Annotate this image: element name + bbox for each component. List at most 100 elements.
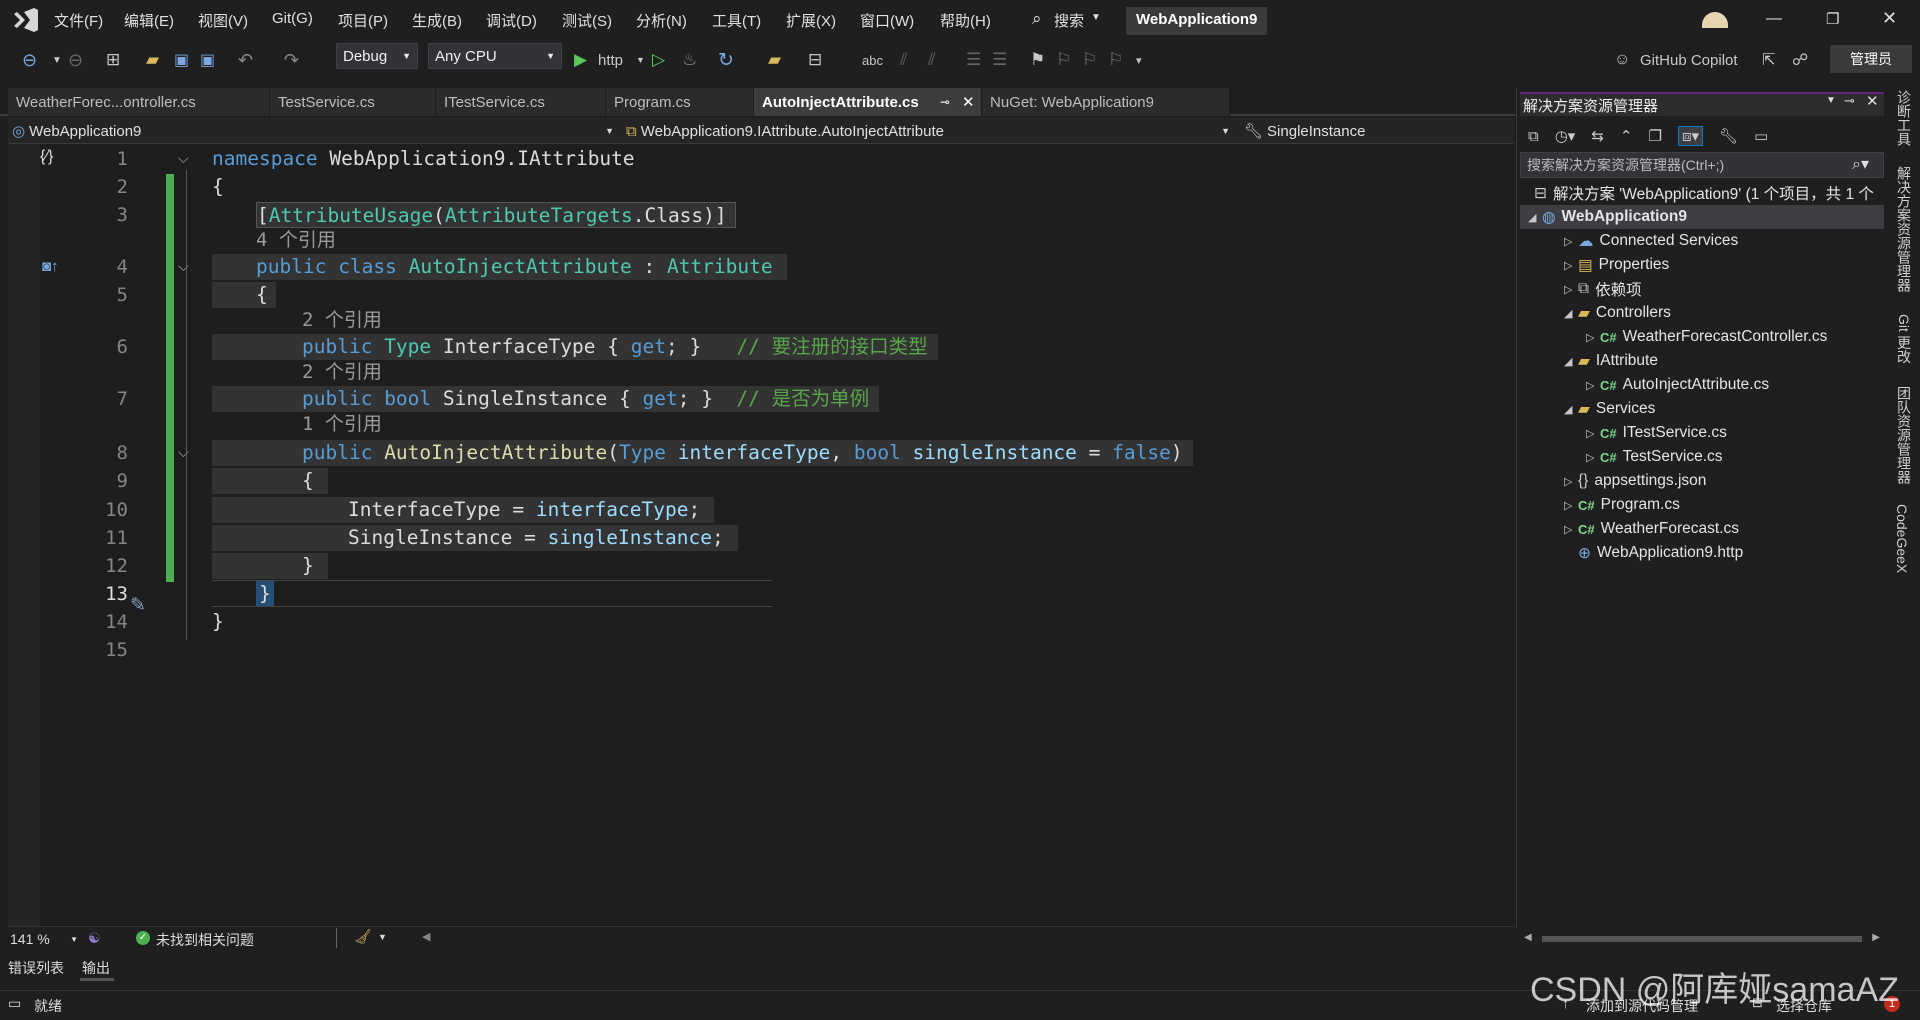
expand-arrow-icon[interactable]: ▷ bbox=[1564, 259, 1578, 272]
config-dropdown[interactable]: Debug ▼ bbox=[336, 43, 418, 69]
start-without-debugging-icon[interactable]: ▷ bbox=[652, 47, 665, 73]
redo-icon[interactable]: ↷ bbox=[284, 47, 299, 73]
horizontal-scrollbar[interactable]: ◀ ▶ bbox=[1520, 930, 1884, 948]
menu-item[interactable]: 工具(T) bbox=[712, 10, 761, 31]
codelens-references[interactable]: 4 个引用 bbox=[256, 228, 336, 252]
hot-reload-icon[interactable]: ♨ bbox=[682, 47, 697, 73]
show-all-files-icon[interactable]: ❐ bbox=[1649, 127, 1662, 145]
toolbar-overflow-icon[interactable]: ▾ bbox=[1136, 47, 1142, 73]
outdent-icon[interactable]: ☰ bbox=[992, 47, 1007, 73]
switch-views-icon[interactable]: ⧉ bbox=[1528, 128, 1539, 145]
back-icon[interactable]: ⊖ bbox=[22, 47, 37, 73]
quick-actions-icon[interactable]: ✎ bbox=[130, 594, 146, 617]
forward-icon[interactable]: ⊖ bbox=[68, 47, 83, 73]
scroll-right-icon[interactable]: ▶ bbox=[1872, 932, 1880, 943]
tree-item[interactable]: ⊕ WebApplication9.http bbox=[1564, 541, 1743, 565]
close-icon[interactable]: ✕ bbox=[1866, 92, 1879, 110]
issues-status[interactable]: 未找到相关问题 bbox=[156, 930, 254, 950]
platform-dropdown[interactable]: Any CPU ▼ bbox=[428, 43, 562, 69]
scrollbar-thumb[interactable] bbox=[1542, 936, 1862, 942]
expand-arrow-icon[interactable]: ▷ bbox=[1564, 475, 1578, 488]
menu-item[interactable]: 生成(B) bbox=[412, 10, 462, 31]
codelens-references[interactable]: 2 个引用 bbox=[302, 308, 382, 332]
expand-arrow-icon[interactable]: ◢ bbox=[1564, 307, 1578, 320]
tree-item[interactable]: ◢ ▰ IAttribute bbox=[1564, 349, 1658, 373]
copilot-status-icon[interactable]: ☯ bbox=[88, 930, 101, 947]
solution-folder-icon[interactable]: ▰ bbox=[768, 47, 781, 73]
search-icon[interactable]: ⌕▾ bbox=[1852, 154, 1869, 174]
copilot-icon[interactable]: ☺ bbox=[1614, 47, 1630, 73]
avatar[interactable] bbox=[1702, 12, 1728, 28]
restore-button[interactable]: ❐ bbox=[1826, 10, 1839, 28]
tab-error-list[interactable]: 错误列表 bbox=[8, 958, 64, 978]
admin-badge[interactable]: 管理员 bbox=[1830, 45, 1912, 73]
tree-item[interactable]: ◢ ▰ Controllers bbox=[1564, 301, 1671, 325]
codelens-references[interactable]: 2 个引用 bbox=[302, 360, 382, 384]
undo-icon[interactable]: ↶ bbox=[238, 47, 253, 73]
menu-item[interactable]: Git(G) bbox=[272, 10, 313, 27]
active-document-icon[interactable]: ⧈▾ bbox=[1677, 126, 1704, 146]
share-icon[interactable]: ⇱ bbox=[1762, 47, 1775, 73]
menu-item[interactable]: 测试(S) bbox=[562, 10, 612, 31]
solution-search-input[interactable]: 搜索解决方案资源管理器(Ctrl+;) bbox=[1520, 152, 1884, 178]
save-all-icon[interactable]: ▣ bbox=[200, 47, 215, 73]
visual-studio-logo-icon[interactable] bbox=[12, 8, 40, 32]
collapse-all-icon[interactable]: ⌃ bbox=[1620, 127, 1633, 145]
tab-autoinjectattribute[interactable]: AutoInjectAttribute.cs ⊸ ✕ bbox=[754, 88, 982, 116]
expand-arrow-icon[interactable]: ▷ bbox=[1586, 379, 1600, 392]
rail-diagnostic-tools[interactable]: 诊断工具 bbox=[1894, 90, 1914, 146]
feedback-icon[interactable]: ☍ bbox=[1792, 47, 1808, 73]
scroll-left-icon[interactable]: ◀ bbox=[1524, 932, 1532, 943]
expand-arrow-icon[interactable]: ◢ bbox=[1528, 211, 1542, 224]
collapse-icon[interactable]: ⌵ bbox=[178, 444, 189, 461]
history-icon[interactable]: ◷▾ bbox=[1555, 127, 1576, 145]
tree-item[interactable]: ▷{} appsettings.json bbox=[1564, 469, 1706, 493]
search-button[interactable]: 搜索 bbox=[1054, 10, 1084, 31]
browser-icon[interactable]: ⊟ bbox=[808, 47, 822, 73]
new-project-icon[interactable]: ⊞ bbox=[106, 47, 120, 73]
close-tab-icon[interactable]: ✕ bbox=[962, 93, 975, 111]
tab-itestservice[interactable]: ITestService.cs bbox=[436, 88, 606, 116]
clear-bookmarks-icon[interactable]: ⚐ bbox=[1108, 47, 1123, 73]
open-folder-icon[interactable]: ▰ bbox=[146, 47, 159, 73]
pin-icon[interactable]: ⊸ bbox=[1844, 93, 1855, 109]
tree-item[interactable]: ▷ ⧉ 依赖项 bbox=[1564, 277, 1642, 301]
scroll-left-icon[interactable]: ◀ bbox=[422, 930, 430, 943]
tree-item[interactable]: ▷ C# TestService.cs bbox=[1586, 445, 1723, 469]
run-target[interactable]: http bbox=[598, 47, 623, 73]
code-cleanup-icon[interactable]: 🧹︎ bbox=[354, 928, 372, 945]
bookmark-icon[interactable]: ⚑ bbox=[1030, 47, 1045, 73]
rail-git-changes[interactable]: Git 更改 bbox=[1894, 314, 1914, 364]
expand-arrow-icon[interactable]: ▷ bbox=[1564, 235, 1578, 248]
tree-item[interactable]: ▷ C# WeatherForecastController.cs bbox=[1586, 325, 1827, 349]
chevron-down-icon[interactable]: ▼ bbox=[378, 932, 387, 942]
refresh-icon[interactable]: ↻ bbox=[718, 47, 734, 73]
expand-arrow-icon[interactable]: ◢ bbox=[1564, 355, 1578, 368]
tree-item[interactable]: ▷ C# WeatherForecast.cs bbox=[1564, 517, 1739, 541]
collapse-icon[interactable]: ⌵ bbox=[178, 258, 189, 275]
menu-item[interactable]: 项目(P) bbox=[338, 10, 388, 31]
close-button[interactable]: ✕ bbox=[1882, 8, 1897, 29]
tab-output[interactable]: 输出 bbox=[82, 958, 110, 978]
comment-icon[interactable]: ⫽ bbox=[900, 47, 908, 73]
notification-icon[interactable]: ▭ bbox=[8, 995, 21, 1012]
expand-arrow-icon[interactable]: ▷ bbox=[1586, 331, 1600, 344]
tree-item[interactable]: ▷ ▤ Properties bbox=[1564, 253, 1669, 277]
spell-check-icon[interactable]: abc bbox=[862, 47, 883, 73]
chevron-down-icon[interactable]: ▼ bbox=[636, 47, 645, 73]
copilot-label[interactable]: GitHub Copilot bbox=[1640, 47, 1738, 73]
next-bookmark-icon[interactable]: ⚐ bbox=[1082, 47, 1097, 73]
menu-item[interactable]: 编辑(E) bbox=[124, 10, 174, 31]
expand-arrow-icon[interactable]: ▷ bbox=[1564, 523, 1578, 536]
implementation-icon[interactable]: ◙↑ bbox=[42, 258, 59, 275]
expand-arrow-icon[interactable]: ▷ bbox=[1586, 427, 1600, 440]
properties-wrench-icon[interactable]: 🔧︎ bbox=[1719, 127, 1738, 145]
prev-bookmark-icon[interactable]: ⚐ bbox=[1056, 47, 1071, 73]
rail-codegeex[interactable]: CodeGeeX bbox=[1894, 504, 1910, 573]
project-node[interactable]: ◢ ◍ WebApplication9 bbox=[1520, 205, 1884, 229]
expand-arrow-icon[interactable]: ▷ bbox=[1564, 499, 1578, 512]
type-selector[interactable]: ⧉ WebApplication9.IAttribute.AutoInjectA… bbox=[626, 120, 1234, 142]
rail-team-explorer[interactable]: 团队资源管理器 bbox=[1894, 386, 1914, 484]
minimize-button[interactable]: — bbox=[1766, 10, 1782, 28]
chevron-down-icon[interactable]: ▼ bbox=[1826, 95, 1836, 106]
